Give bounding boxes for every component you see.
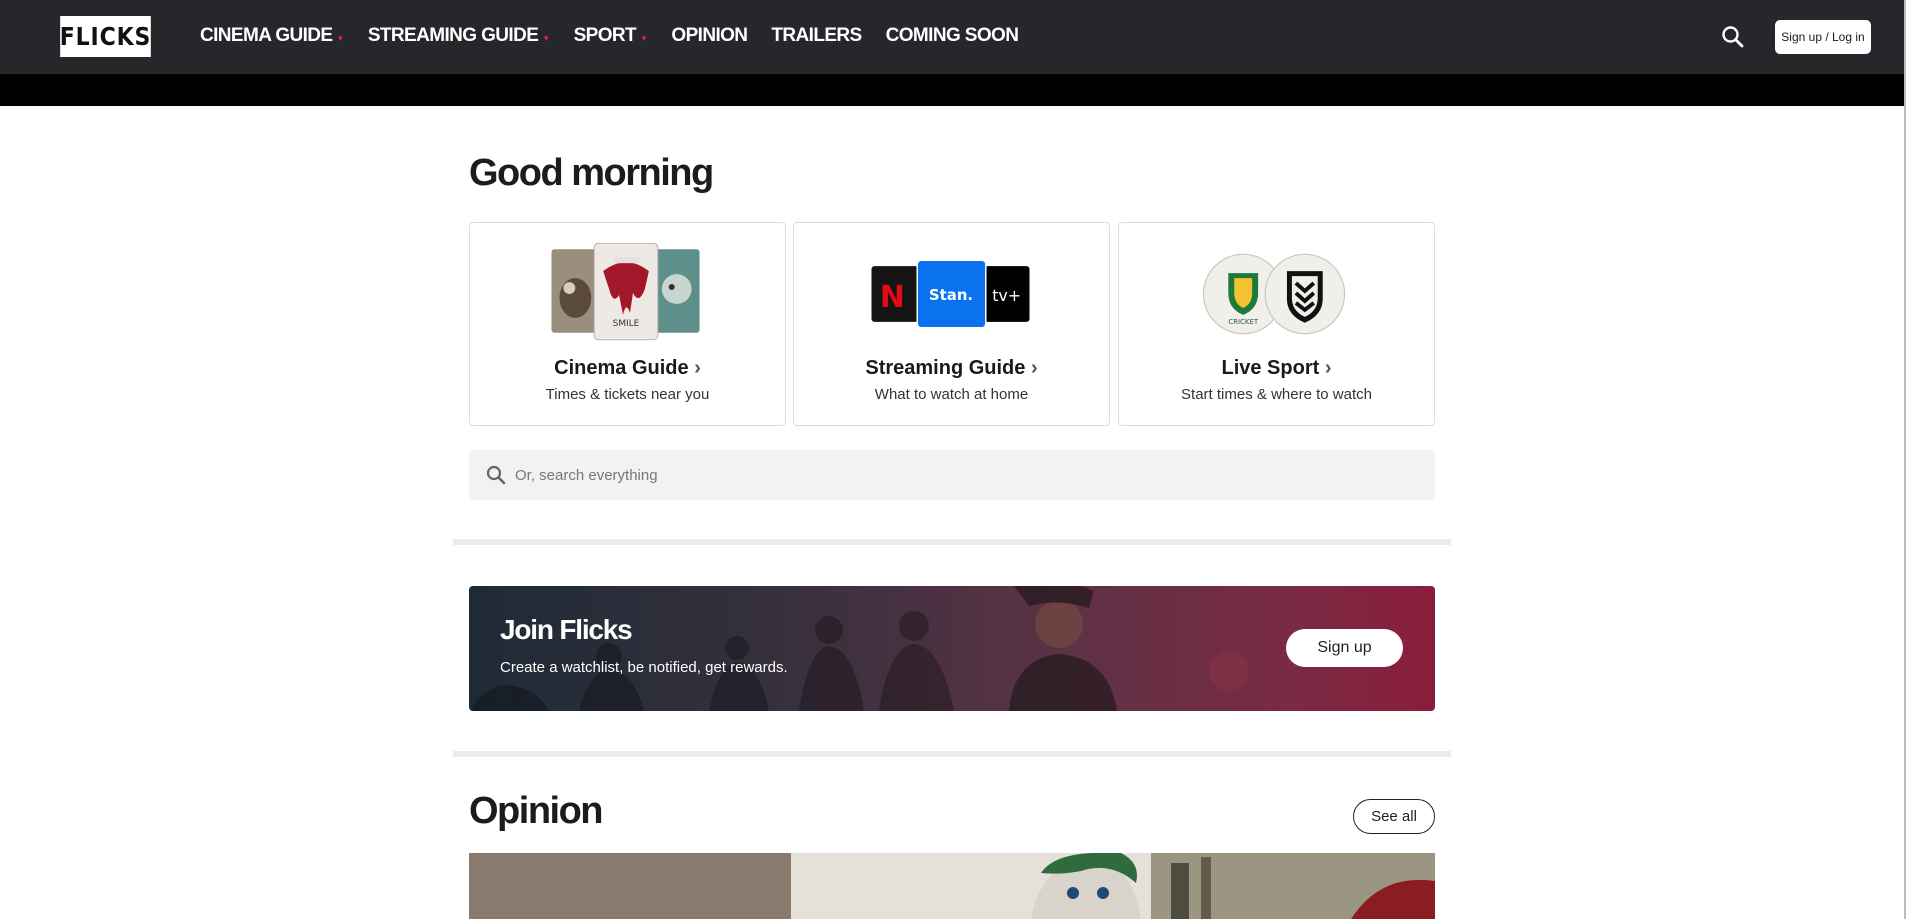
sport-badges-image: CRICKET (1202, 253, 1346, 335)
chevron-down-icon: ▼ (336, 33, 345, 43)
svg-text:Stan.: Stan. (929, 286, 973, 304)
sign-up-button[interactable]: Sign up (1286, 629, 1403, 667)
svg-text:CRICKET: CRICKET (1228, 318, 1258, 326)
svg-text:N: N (880, 280, 905, 315)
svg-text:SMILE: SMILE (613, 319, 640, 329)
card-title: Streaming Guide › (865, 357, 1038, 379)
search-input[interactable] (509, 450, 1409, 500)
join-subtitle: Create a watchlist, be notified, get rew… (500, 659, 788, 676)
nav-trailers[interactable]: TRAILERS (771, 25, 862, 47)
top-navigation-bar: FLICKS CINEMA GUIDE ▼ STREAMING GUIDE ▼ SP… (0, 0, 1904, 74)
login-button[interactable]: Sign up / Log in (1775, 20, 1871, 54)
card-title: Live Sport › (1221, 357, 1332, 379)
chevron-right-icon: › (1324, 357, 1332, 379)
nav-cinema-guide[interactable]: CINEMA GUIDE ▼ (200, 25, 344, 47)
streaming-logos-image: N tv+ Stan. (871, 259, 1030, 329)
search-icon (486, 465, 506, 485)
nav-label: CINEMA GUIDE (200, 25, 333, 46)
section-divider (453, 539, 1451, 545)
join-title: Join Flicks (500, 614, 633, 645)
nav-label: STREAMING GUIDE (367, 25, 539, 46)
see-all-button[interactable]: See all (1353, 799, 1435, 834)
card-subtitle: What to watch at home (874, 386, 1029, 403)
card-subtitle: Times & tickets near you (545, 386, 710, 403)
main-nav: CINEMA GUIDE ▼ STREAMING GUIDE ▼ SPORT ▼ OP… (200, 0, 1042, 72)
nav-label: TRAILERS (771, 25, 862, 46)
flicks-logo[interactable]: FLICKS (60, 16, 151, 57)
joker-image (791, 853, 1435, 919)
nav-sport[interactable]: SPORT ▼ (574, 25, 648, 47)
movie-posters-image: SMILE (551, 243, 700, 341)
svg-text:tv+: tv+ (992, 286, 1021, 305)
chevron-right-icon: › (1030, 357, 1038, 379)
banner-strip (0, 74, 1904, 106)
card-title: Cinema Guide › (554, 357, 701, 379)
search-icon[interactable] (1720, 24, 1746, 50)
cinema-guide-card[interactable]: SMILE Cinema Guide › Times & tickets nea… (469, 222, 786, 426)
section-divider (453, 751, 1451, 757)
nav-label: SPORT (573, 25, 637, 46)
nav-opinion[interactable]: OPINION (671, 25, 748, 47)
search-bar[interactable] (469, 450, 1435, 500)
nav-label: COMING SOON (885, 25, 1019, 46)
chevron-down-icon: ▼ (640, 33, 648, 43)
opinion-article-image[interactable] (791, 853, 1435, 919)
live-sport-card[interactable]: CRICKET Live Sport › Start times & where… (1118, 222, 1435, 426)
nav-label: OPINION (671, 25, 748, 46)
nav-coming-soon[interactable]: COMING SOON (886, 25, 1019, 47)
card-subtitle: Start times & where to watch (1181, 386, 1372, 403)
nav-streaming-guide[interactable]: STREAMING GUIDE ▼ (368, 25, 550, 47)
page-title: Good morning (469, 152, 714, 194)
chevron-right-icon: › (694, 357, 701, 379)
chevron-down-icon: ▼ (542, 33, 550, 43)
section-title: Opinion (469, 790, 604, 832)
opinion-article-image[interactable] (469, 853, 791, 919)
streaming-guide-card[interactable]: N tv+ Stan. Streaming Guide › What to wa… (793, 222, 1110, 426)
join-banner: Join Flicks Create a watchlist, be notif… (469, 586, 1435, 711)
